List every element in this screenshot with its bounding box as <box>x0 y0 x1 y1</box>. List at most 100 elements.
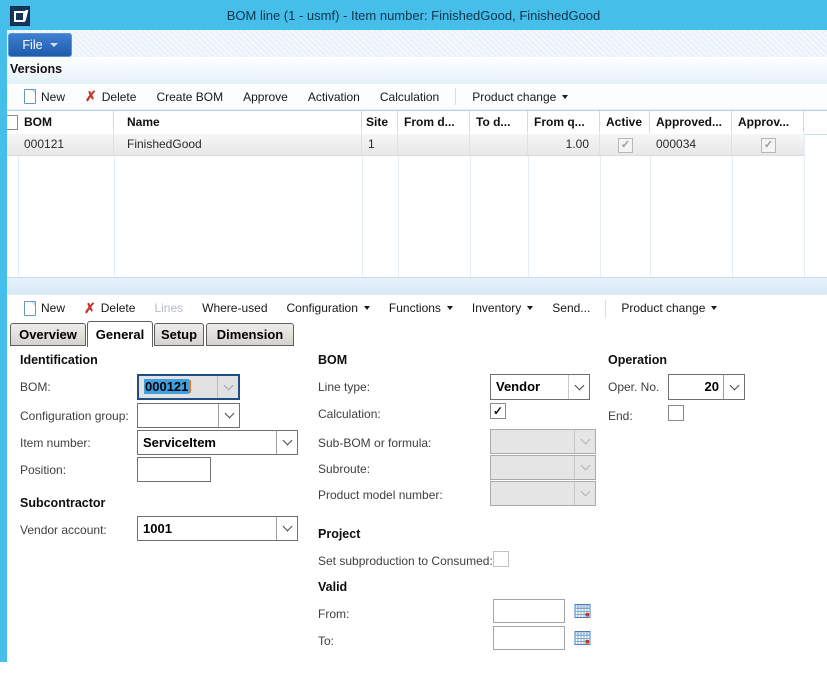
cell-approved-by: 000034 <box>650 134 732 155</box>
item-number-combobox[interactable]: ServiceItem <box>137 430 298 455</box>
calendar-icon[interactable] <box>574 603 591 619</box>
column-header-approved-by[interactable]: Approved... <box>650 111 732 133</box>
inventory-menu-button[interactable]: Inventory <box>472 301 533 315</box>
chevron-down-icon <box>711 306 717 310</box>
oper-no-value: 20 <box>669 375 723 399</box>
activation-button[interactable]: Activation <box>308 90 360 104</box>
column-header-to-date[interactable]: To d... <box>470 111 528 133</box>
tab-setup[interactable]: Setup <box>154 323 204 346</box>
column-header-from-date[interactable]: From d... <box>398 111 470 133</box>
line-type-combobox[interactable]: Vendor <box>490 374 590 400</box>
chevron-down-icon <box>364 306 370 310</box>
position-input[interactable] <box>137 457 211 482</box>
line-type-value: Vendor <box>491 375 568 399</box>
line-type-label: Line type: <box>318 380 370 394</box>
column-header-site[interactable]: Site <box>362 111 398 133</box>
chevron-down-icon <box>223 380 233 390</box>
approve-button[interactable]: Approve <box>243 90 288 104</box>
column-header-approved[interactable]: Approv... <box>732 111 804 133</box>
valid-to-input[interactable] <box>493 626 565 650</box>
column-header-from-qty[interactable]: From q... <box>528 111 600 133</box>
subproduction-checkbox <box>493 551 509 567</box>
vendor-account-combobox[interactable]: 1001 <box>137 516 298 541</box>
cell-bom: 000121 <box>18 134 114 155</box>
calendar-icon[interactable] <box>574 630 591 646</box>
functions-label: Functions <box>389 301 441 315</box>
vendor-account-value: 1001 <box>138 517 276 540</box>
vendor-account-label: Vendor account: <box>20 523 107 537</box>
tab-general[interactable]: General <box>87 321 153 347</box>
tab-dimension[interactable]: Dimension <box>206 323 294 346</box>
bom-combobox[interactable]: 000121 <box>137 374 240 400</box>
valid-from-label: From: <box>318 607 349 621</box>
configuration-menu-button[interactable]: Configuration <box>287 301 370 315</box>
end-checkbox[interactable] <box>668 405 684 421</box>
where-used-button[interactable]: Where-used <box>202 301 267 315</box>
lines-button: Lines <box>154 301 183 315</box>
menubar: File <box>0 30 827 57</box>
create-bom-button[interactable]: Create BOM <box>156 90 223 104</box>
versions-band: Versions <box>0 57 827 85</box>
functions-menu-button[interactable]: Functions <box>389 301 453 315</box>
dropdown-arrow <box>574 430 595 453</box>
grid-header: BOM Name Site From d... To d... From q..… <box>0 111 827 135</box>
subproduction-label: Set subproduction to Consumed: <box>318 554 493 568</box>
send-button[interactable]: Send... <box>552 301 590 315</box>
dropdown-arrow[interactable] <box>218 404 239 427</box>
titlebar: BOM line (1 - usmf) - Item number: Finis… <box>0 0 827 30</box>
file-menu-label: File <box>22 38 42 52</box>
cell-from-qty: 1.00 <box>528 134 600 155</box>
dropdown-arrow[interactable] <box>276 431 297 454</box>
delete-label: Delete <box>101 301 136 315</box>
version-row[interactable]: 000121 FinishedGood 1 1.00 ✓ 000034 ✓ <box>0 134 804 156</box>
delete-version-button[interactable]: ✗ Delete <box>85 90 136 104</box>
panel-splitter[interactable] <box>0 277 827 295</box>
dropdown-arrow[interactable] <box>568 375 589 399</box>
new-page-icon <box>24 89 36 104</box>
end-label: End: <box>608 409 633 423</box>
chevron-down-icon <box>282 522 292 532</box>
chevron-down-icon <box>729 380 739 390</box>
subcontractor-group-title: Subcontractor <box>20 496 105 510</box>
oper-no-combobox[interactable]: 20 <box>668 374 745 400</box>
sub-bom-label: Sub-BOM or formula: <box>318 436 431 450</box>
chevron-down-icon <box>580 487 590 497</box>
file-menu-button[interactable]: File <box>8 33 72 57</box>
column-header-name[interactable]: Name <box>114 111 362 133</box>
delete-line-button[interactable]: ✗ Delete <box>84 301 135 315</box>
lines-label: Lines <box>154 301 183 315</box>
calculation-button[interactable]: Calculation <box>380 90 439 104</box>
dropdown-arrow[interactable] <box>217 376 238 398</box>
valid-from-input[interactable] <box>493 599 565 623</box>
subroute-combobox <box>490 455 596 480</box>
tab-overview[interactable]: Overview <box>10 323 86 346</box>
product-change-menu-button[interactable]: Product change <box>472 90 568 104</box>
app-icon <box>10 6 30 26</box>
grid-column-line <box>804 134 805 278</box>
item-number-value: ServiceItem <box>138 431 276 454</box>
dropdown-arrow[interactable] <box>276 517 297 540</box>
cell-approved-checkbox: ✓ <box>761 138 776 153</box>
project-group-title: Project <box>318 527 360 541</box>
chevron-down-icon <box>50 43 58 47</box>
calculation-checkbox[interactable]: ✓ <box>490 403 506 419</box>
column-header-bom[interactable]: BOM <box>18 111 114 133</box>
window-title: BOM line (1 - usmf) - Item number: Finis… <box>0 8 827 23</box>
column-header-active[interactable]: Active <box>600 111 650 133</box>
dropdown-arrow[interactable] <box>723 375 744 399</box>
item-number-label: Item number: <box>20 436 91 450</box>
bom-field-label: BOM: <box>20 380 51 394</box>
new-line-button[interactable]: New <box>24 301 65 316</box>
new-version-button[interactable]: New <box>24 89 65 104</box>
configuration-group-label: Configuration group: <box>20 409 129 423</box>
product-change-label: Product change <box>472 90 556 104</box>
new-label: New <box>41 90 65 104</box>
product-change-menu-button[interactable]: Product change <box>621 301 717 315</box>
chevron-down-icon <box>224 409 234 419</box>
configuration-group-combobox[interactable] <box>137 403 240 428</box>
chevron-down-icon <box>562 95 568 99</box>
chevron-down-icon <box>447 306 453 310</box>
delete-x-icon: ✗ <box>84 302 96 315</box>
cell-active-checkbox: ✓ <box>618 138 633 153</box>
sub-bom-value <box>491 430 574 453</box>
